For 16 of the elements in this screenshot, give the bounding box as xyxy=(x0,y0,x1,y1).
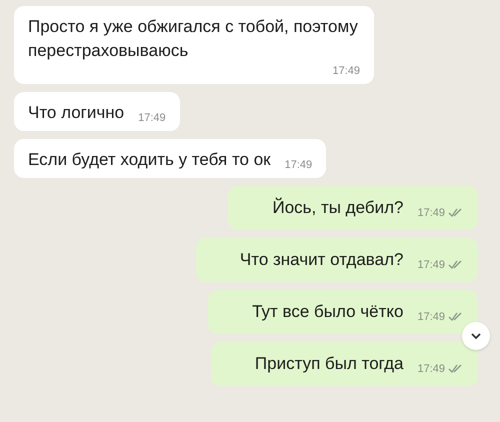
message-time: 17:49 xyxy=(417,258,445,273)
message-time: 17:49 xyxy=(417,206,445,221)
chevron-down-icon xyxy=(471,332,481,340)
message-text: Приступ был тогда xyxy=(254,352,404,374)
message-text: Что логично xyxy=(28,102,124,124)
message-text: Тут все было чётко xyxy=(252,300,404,322)
message-text: Йось, ты дебил? xyxy=(272,196,404,218)
message-time: 17:49 xyxy=(417,310,445,325)
message-text: Просто я уже обжигался с тобой, поэтому перестраховываюсь xyxy=(28,16,359,62)
message-time: 17:49 xyxy=(284,158,312,173)
scroll-down-button[interactable] xyxy=(462,322,490,350)
message-text: Что значит отдавал? xyxy=(240,248,404,270)
message-time: 17:49 xyxy=(138,111,166,126)
message-time: 17:49 xyxy=(417,362,445,377)
message-text: Если будет ходить у тебя то ок xyxy=(28,148,271,170)
message-time: 17:49 xyxy=(332,64,360,79)
